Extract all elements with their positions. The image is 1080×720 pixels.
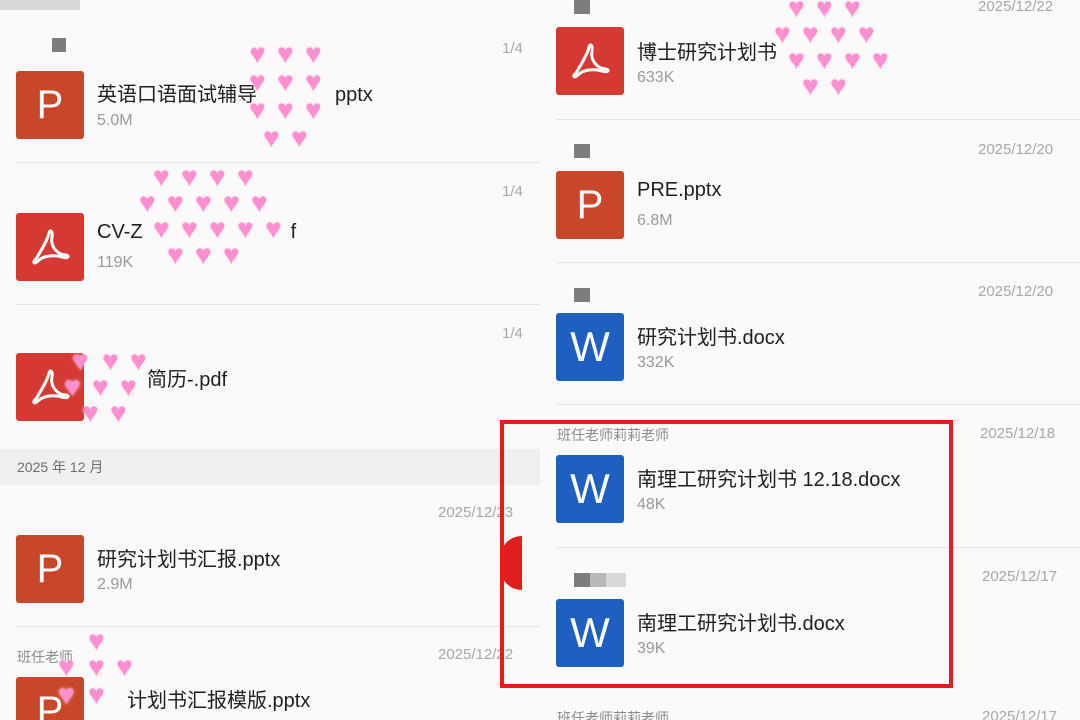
file-size: 119K: [97, 254, 134, 271]
file-size: 332K: [637, 354, 675, 371]
sender-avatar-placeholder: [574, 0, 590, 14]
file-row[interactable]: 2025/12/22 博士研究计划书 633K: [540, 0, 1080, 120]
word-icon: W: [556, 455, 624, 523]
file-row[interactable]: 1/4 CV-Z f 119K: [0, 163, 540, 305]
file-row-highlighted[interactable]: 2025/12/17 W 南理工研究计划书.docx 39K: [540, 548, 1080, 690]
file-name: 英语口语面试辅导 pptx: [97, 84, 373, 106]
file-name: 研究计划书.docx: [637, 327, 785, 349]
acrobat-icon: [16, 353, 84, 421]
word-icon: W: [556, 599, 624, 667]
file-size: 39K: [637, 640, 666, 657]
file-name: 南理工研究计划书.docx: [637, 613, 845, 635]
file-row[interactable]: 班任老师莉莉老师 2025/12/17: [540, 690, 1080, 720]
powerpoint-icon: P: [16, 71, 84, 139]
file-size: 48K: [637, 496, 666, 513]
file-size: 633K: [637, 69, 675, 86]
file-date: 2025/12/17: [982, 708, 1058, 720]
sender-avatar-placeholder: [574, 144, 590, 158]
sender-name: 班任老师莉莉老师: [557, 710, 669, 720]
sender-avatar-placeholder: [606, 573, 626, 587]
file-date: 2025/12/22: [438, 646, 514, 663]
file-size: 5.0M: [97, 112, 133, 129]
left-file-list: 1/4 P 英语口语面试辅导 pptx 5.0M 1/4 CV-Z f 119K 1…: [0, 0, 540, 720]
right-file-list: 2025/12/22 博士研究计划书 633K 2025/12/20 P PRE…: [540, 0, 1080, 720]
word-icon: W: [556, 313, 624, 381]
page-indicator: 1/4: [502, 183, 523, 200]
file-row[interactable]: 2025/12/20 W 研究计划书.docx 332K: [540, 263, 1080, 405]
powerpoint-icon: P: [16, 677, 84, 720]
file-row[interactable]: 2025/12/20 P PRE.pptx 6.8M: [540, 120, 1080, 263]
file-name: CV-Z f: [97, 221, 297, 243]
file-row[interactable]: 2025/12/23 P 研究计划书汇报.pptx 2.9M: [0, 485, 540, 627]
file-name: 博士研究计划书: [637, 42, 777, 64]
acrobat-glyph: [572, 43, 610, 79]
file-date: 2025/12/17: [982, 568, 1058, 585]
sender-avatar-placeholder: [52, 38, 66, 52]
acrobat-icon: [16, 213, 84, 281]
powerpoint-icon: P: [16, 535, 84, 603]
sender-avatar-placeholder: [574, 573, 590, 587]
file-date: 2025/12/18: [980, 425, 1056, 442]
acrobat-icon: [556, 27, 624, 95]
file-name: 南理工研究计划书 12.18.docx: [637, 469, 901, 491]
file-row[interactable]: 班任老师 2025/12/22 P 计划书汇报模版.pptx: [0, 627, 540, 720]
file-name: 计划书汇报模版.pptx: [127, 690, 311, 712]
file-row-highlighted[interactable]: 班任老师莉莉老师 2025/12/18 W 南理工研究计划书 12.18.doc…: [540, 405, 1080, 548]
file-date: 2025/12/20: [978, 283, 1054, 300]
sender-avatar-placeholder: [574, 288, 590, 302]
file-size: 2.9M: [97, 576, 133, 593]
file-size: 6.8M: [637, 212, 673, 229]
file-name: PRE.pptx: [637, 179, 722, 201]
powerpoint-icon: P: [556, 171, 624, 239]
file-name: 研究计划书汇报.pptx: [97, 549, 281, 571]
top-cropped-header: [0, 0, 80, 10]
page-indicator: 1/4: [502, 325, 523, 342]
sender-name: 班任老师: [17, 649, 73, 665]
file-date: 2025/12/22: [978, 0, 1054, 15]
file-row[interactable]: 1/4 P 英语口语面试辅导 pptx 5.0M: [0, 20, 540, 163]
page-indicator: 1/4: [502, 40, 523, 57]
sender-name: 班任老师莉莉老师: [557, 427, 669, 443]
screenshot-collage: 1/4 P 英语口语面试辅导 pptx 5.0M 1/4 CV-Z f 119K 1…: [0, 0, 1080, 720]
acrobat-glyph: [32, 229, 70, 265]
acrobat-glyph: [32, 369, 70, 405]
month-section-header: 2025 年 12 月: [0, 449, 540, 485]
file-row[interactable]: 1/4 简历-.pdf: [0, 305, 540, 445]
file-date: 2025/12/23: [438, 504, 514, 521]
file-name: 简历-.pdf: [147, 369, 228, 391]
sender-avatar-placeholder: [590, 573, 606, 587]
file-date: 2025/12/20: [978, 141, 1054, 158]
